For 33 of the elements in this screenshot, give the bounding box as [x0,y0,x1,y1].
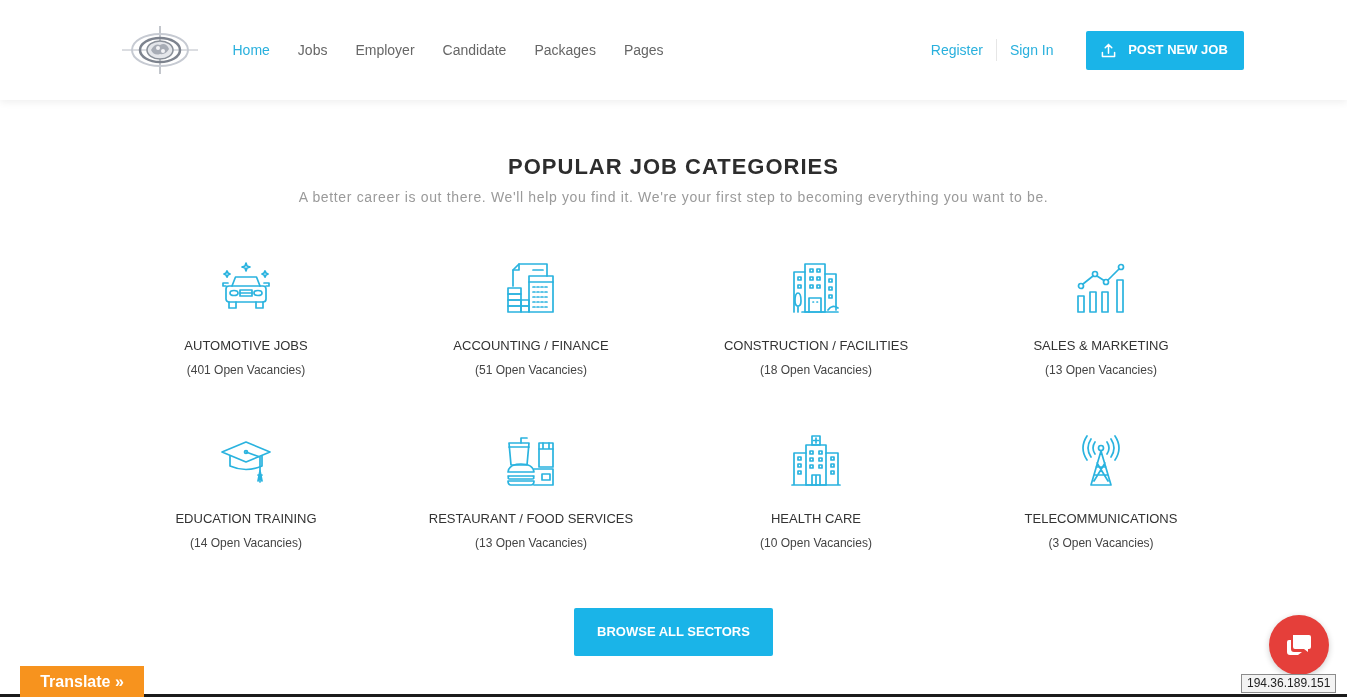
vacancy-count: (3 Open Vacancies) [1048,535,1154,551]
vacancy-count: (10 Open Vacancies) [760,535,872,551]
vacancy-count: (18 Open Vacancies) [760,362,872,378]
bar-chart-icon [1075,262,1127,314]
category-title[interactable]: HEALTH CARE [770,510,862,528]
fast-food-icon [505,435,557,487]
vacancy-count: (14 Open Vacancies) [190,535,302,551]
ip-address-tooltip: 194.36.189.151 [1241,674,1337,693]
hospital-icon [790,435,842,487]
category-title[interactable]: RESTAURANT / FOOD SERVICES [428,510,634,528]
site-logo[interactable] [121,26,198,74]
section-title: POPULAR JOB CATEGORIES [508,153,839,181]
chat-icon [1286,633,1312,657]
category-title[interactable]: AUTOMOTIVE JOBS [184,337,308,355]
section-subtitle: A better career is out there. We'll help you find it. We're your first step to becoming everything you want to be. [298,188,1049,207]
category-title[interactable]: ACCOUNTING / FINANCE [453,337,609,355]
chat-button[interactable] [1269,615,1329,675]
nav-link[interactable]: Pages [623,39,664,61]
category-title[interactable]: EDUCATION TRAINING [175,510,317,528]
nav-link[interactable]: Candidate [442,39,507,61]
category-title[interactable]: SALES & MARKETING [1033,337,1169,355]
vacancy-count: (13 Open Vacancies) [475,535,587,551]
category-title[interactable]: CONSTRUCTION / FACILITIES [723,337,909,355]
nav-link[interactable]: Packages [534,39,596,61]
upload-icon [1101,42,1117,58]
nav-link[interactable]: Employer [355,39,415,61]
vacancy-count: (13 Open Vacancies) [1045,362,1157,378]
category-title[interactable]: TELECOMMUNICATIONS [1024,510,1178,528]
vacancy-count: (401 Open Vacancies) [186,362,306,378]
nav-link[interactable]: Jobs [297,39,328,61]
calculator-icon [505,262,557,314]
office-buildings-icon [790,262,842,314]
vacancy-count: (51 Open Vacancies) [475,362,587,378]
